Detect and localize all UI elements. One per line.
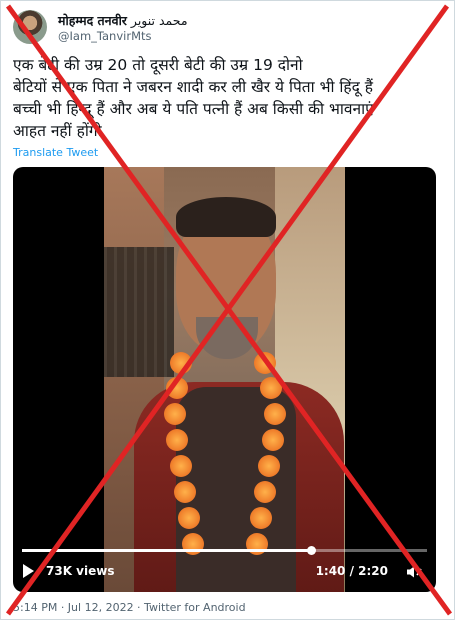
translate-tweet-link[interactable]: Translate Tweet xyxy=(13,146,98,159)
tweet-text: एक बेटी की उम्र 20 तो दूसरी बेटी की उम्र… xyxy=(13,56,374,140)
garland-flower xyxy=(254,352,276,374)
video-time: 1:40 / 2:20 xyxy=(315,564,388,578)
garland-flower xyxy=(170,455,192,477)
video-frame xyxy=(104,167,345,592)
author-display-name-urdu[interactable]: محمد تنویر xyxy=(131,13,188,28)
video-view-count: 73K views xyxy=(46,564,115,578)
avatar[interactable] xyxy=(13,10,47,44)
video-background-gate xyxy=(104,247,174,377)
video-progress-bar[interactable] xyxy=(22,546,427,555)
garland-flower xyxy=(166,377,188,399)
play-icon[interactable] xyxy=(23,564,34,578)
garland-flower xyxy=(170,352,192,374)
garland-flower xyxy=(254,481,276,503)
garland-flower xyxy=(166,429,188,451)
garland-flower xyxy=(260,377,282,399)
author-handle[interactable]: @Iam_TanvirMts xyxy=(58,29,152,43)
garland-flower xyxy=(178,507,200,529)
garland-flower xyxy=(250,507,272,529)
video-person-hair xyxy=(176,197,276,237)
garland-flower xyxy=(174,481,196,503)
author-name[interactable]: मोहम्मद तनवीर محمد تنویر xyxy=(58,12,188,29)
garland-flower xyxy=(164,403,186,425)
video-progress-fill xyxy=(22,549,312,552)
tweet-metadata: 5:14 PM · Jul 12, 2022 · Twitter for And… xyxy=(13,601,246,614)
author-display-name[interactable]: मोहम्मद तनवीर xyxy=(58,13,127,28)
garland-flower xyxy=(262,429,284,451)
video-person-beard xyxy=(196,317,258,359)
garland-flower xyxy=(264,403,286,425)
garland-flower xyxy=(258,455,280,477)
volume-icon[interactable] xyxy=(406,564,422,580)
video-player[interactable]: 73K views 1:40 / 2:20 xyxy=(13,167,436,592)
